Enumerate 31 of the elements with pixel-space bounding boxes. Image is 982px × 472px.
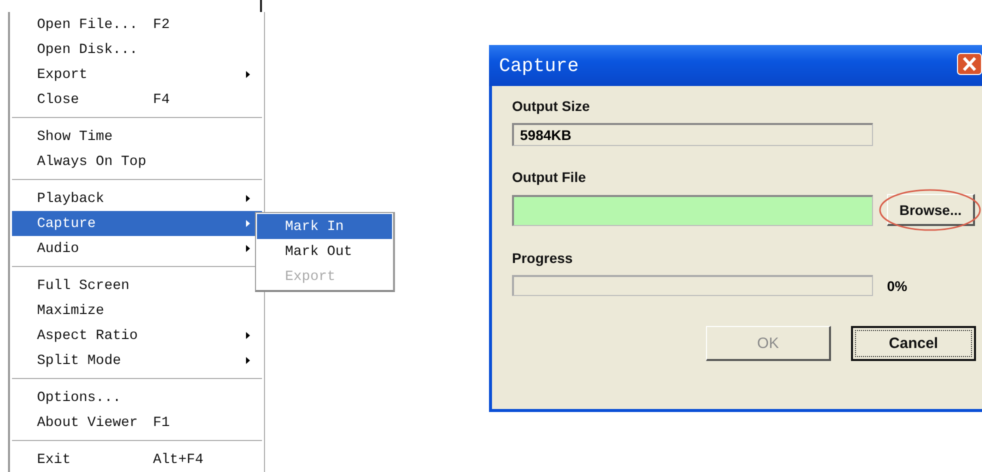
menu-item[interactable]: Open Disk... [12,37,262,62]
window-title: Capture [499,54,579,76]
menu-item[interactable]: Mark In [257,214,392,239]
menu-item[interactable]: Export [12,62,262,87]
menu-item[interactable]: Close F4 [12,87,262,112]
field-label: Progress [512,250,574,266]
menu-item[interactable]: Split Mode [12,348,262,373]
submenu-arrow-icon [246,220,250,227]
menu-item[interactable]: Playback [12,186,262,211]
menu-item[interactable]: Show Time [12,124,262,149]
submenu-arrow-icon [246,357,250,364]
close-icon[interactable] [957,53,982,75]
menu-item[interactable]: Exit Alt+F4 [12,447,262,472]
submenu-arrow-icon [246,245,250,252]
dialog-button[interactable]: Cancel [851,326,976,361]
menu-item[interactable]: Capture [12,211,262,236]
field-label: Output File [512,169,587,185]
menu-item[interactable]: Aspect Ratio [12,323,262,348]
menu-item[interactable]: Open File... F2 [12,12,262,37]
submenu-arrow-icon [246,195,250,202]
submenu-arrow-icon [246,332,250,339]
menu-item[interactable]: About Viewer F1 [12,410,262,435]
menu-item[interactable]: Always On Top [12,149,262,174]
field-label: Output Size [512,98,591,114]
submenu-arrow-icon [246,71,250,78]
menu-item[interactable]: Maximize [12,298,262,323]
output-file-field[interactable] [512,194,873,226]
browse-button[interactable]: Browse... [887,194,975,226]
progress-reading: 0% [887,278,908,294]
output-size-field: 5984KB [512,123,873,146]
menu-item[interactable]: Options... [12,385,262,410]
